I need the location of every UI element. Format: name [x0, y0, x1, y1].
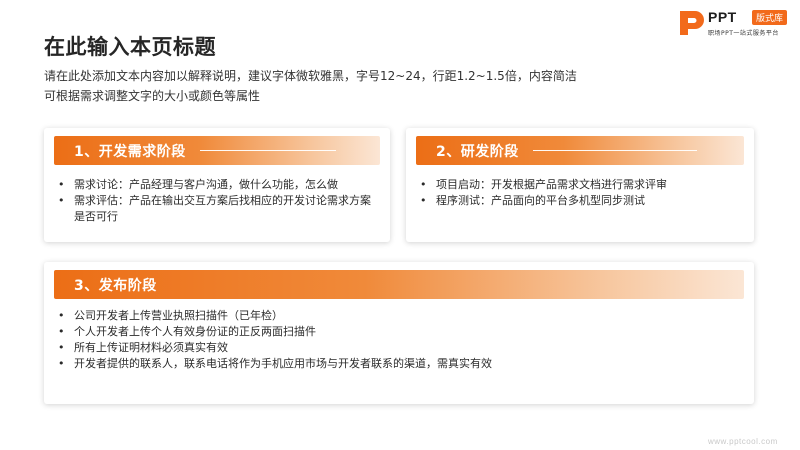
card-title: 1、开发需求阶段 [74, 143, 186, 160]
page-subtitle: 请在此处添加文本内容加以解释说明，建议字体微软雅黑，字号12~24，行距1.2~… [44, 66, 644, 106]
list-item: • 个人开发者上传个人有效身份证的正反两面扫描件 [58, 324, 744, 340]
list-item: • 需求讨论：产品经理与客户沟通，做什么功能，怎么做 [58, 177, 380, 193]
list-item-text: 需求讨论：产品经理与客户沟通，做什么功能，怎么做 [74, 178, 338, 191]
logo-badge: 版式库 [752, 10, 788, 25]
title-rule [199, 150, 336, 151]
watermark: www.pptcool.com [708, 437, 778, 446]
list-item: • 开发者提供的联系人，联系电话将作为手机应用市场与开发者联系的渠道，需真实有效 [58, 356, 744, 372]
list-item-text: 需求评估：产品在输出交互方案后找相应的开发讨论需求方案是否可行 [74, 194, 371, 223]
subtitle-line: 可根据需求调整文字的大小或颜色等属性 [44, 89, 261, 103]
stage-card-development-requirements: 1、开发需求阶段 • 需求讨论：产品经理与客户沟通，做什么功能，怎么做 • 需求评估… [44, 128, 390, 242]
card-header: 3、发布阶段 [54, 270, 744, 299]
brand-logo: PPT 版式库 职场PPT一站式服务平台 [678, 8, 794, 38]
stage-card-research-development: 2、研发阶段 • 项目启动：开发根据产品需求文档进行需求评审 • 程序测试：产品面向… [406, 128, 754, 242]
subtitle-line: 请在此处添加文本内容加以解释说明，建议字体微软雅黑，字号12~24，行距1.2~… [44, 69, 577, 83]
page-title: 在此输入本页标题 [44, 35, 216, 59]
list-item: • 需求评估：产品在输出交互方案后找相应的开发讨论需求方案是否可行 [58, 193, 380, 225]
list-item-text: 项目启动：开发根据产品需求文档进行需求评审 [436, 178, 667, 191]
title-rule [532, 150, 697, 151]
list-item: • 公司开发者上传营业执照扫描件（已年检） [58, 308, 744, 324]
card-header: 1、开发需求阶段 [54, 136, 380, 165]
bullet-icon: • [58, 309, 65, 322]
card-title: 2、研发阶段 [436, 143, 519, 160]
logo-tagline: 职场PPT一站式服务平台 [708, 30, 779, 37]
list-item: • 程序测试：产品面向的平台多机型同步测试 [420, 193, 744, 209]
card-list: • 需求讨论：产品经理与客户沟通，做什么功能，怎么做 • 需求评估：产品在输出交互方… [58, 177, 380, 225]
list-item-text: 公司开发者上传营业执照扫描件（已年检） [74, 309, 283, 322]
bullet-icon: • [58, 325, 65, 338]
stage-card-release: 3、发布阶段 • 公司开发者上传营业执照扫描件（已年检） • 个人开发者上传个人有效… [44, 262, 754, 404]
ppt-logo-icon [680, 11, 704, 35]
logo-brand-text: PPT [708, 9, 737, 25]
slide: PPT 版式库 职场PPT一站式服务平台 在此输入本页标题 请在此处添加文本内容… [0, 0, 800, 450]
card-header: 2、研发阶段 [416, 136, 744, 165]
bullet-icon: • [58, 194, 65, 207]
bullet-icon: • [58, 178, 65, 191]
list-item-text: 个人开发者上传个人有效身份证的正反两面扫描件 [74, 325, 316, 338]
card-title: 3、发布阶段 [74, 277, 157, 294]
bullet-icon: • [420, 194, 427, 207]
bullet-icon: • [58, 357, 65, 370]
list-item: • 项目启动：开发根据产品需求文档进行需求评审 [420, 177, 744, 193]
list-item-text: 所有上传证明材料必须真实有效 [74, 341, 228, 354]
card-list: • 项目启动：开发根据产品需求文档进行需求评审 • 程序测试：产品面向的平台多机型同… [420, 177, 744, 209]
list-item: • 所有上传证明材料必须真实有效 [58, 340, 744, 356]
list-item-text: 程序测试：产品面向的平台多机型同步测试 [436, 194, 645, 207]
list-item-text: 开发者提供的联系人，联系电话将作为手机应用市场与开发者联系的渠道，需真实有效 [74, 357, 492, 370]
bullet-icon: • [58, 341, 65, 354]
card-list: • 公司开发者上传营业执照扫描件（已年检） • 个人开发者上传个人有效身份证的正反两… [58, 308, 744, 372]
bullet-icon: • [420, 178, 427, 191]
